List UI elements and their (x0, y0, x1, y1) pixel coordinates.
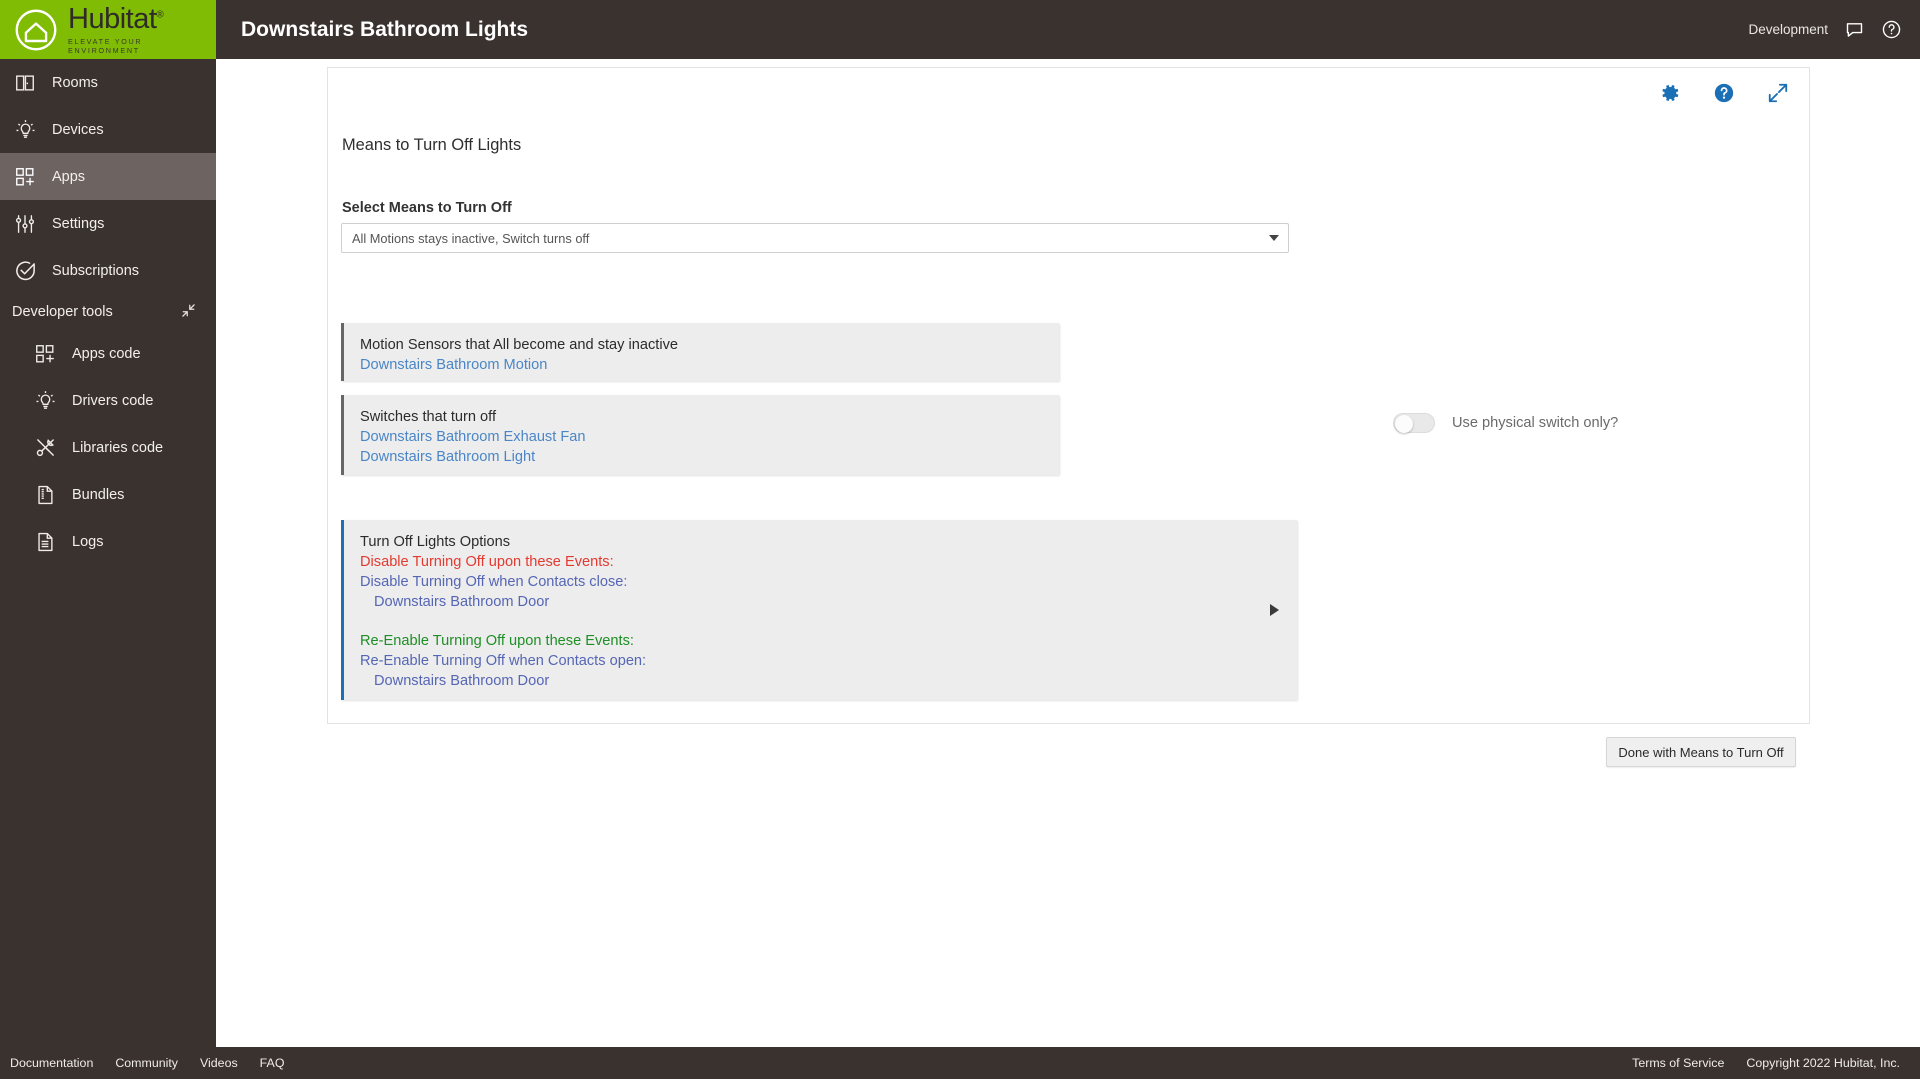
sidebar-developer-list: Apps code Drivers code Libraries code Bu… (0, 330, 216, 565)
reenable-events-title: Re-Enable Turning Off upon these Events: (360, 633, 634, 649)
footer-link-community[interactable]: Community (115, 1056, 178, 1070)
footer-left-links: Documentation Community Videos FAQ (10, 1056, 284, 1070)
use-physical-switch-toggle[interactable] (1393, 413, 1435, 433)
motion-panel-heading: Motion Sensors that All become and stay … (360, 337, 678, 353)
done-with-means-to-turn-off-button[interactable]: Done with Means to Turn Off (1606, 737, 1796, 767)
sidebar-item-bundles[interactable]: Bundles (20, 471, 216, 518)
reenable-contacts-device: Downstairs Bathroom Door (374, 673, 550, 689)
sidebar-item-apps[interactable]: Apps (0, 153, 216, 200)
gear-icon[interactable] (1659, 82, 1681, 104)
footer-link-videos[interactable]: Videos (200, 1056, 238, 1070)
tools-icon (32, 435, 58, 461)
section-title: Means to Turn Off Lights (342, 136, 522, 154)
turn-off-lights-options-panel[interactable]: Turn Off Lights Options Disable Turning … (341, 520, 1297, 700)
triangle-right-icon[interactable] (1270, 604, 1279, 616)
main-content: Means to Turn Off Lights Select Means to… (216, 59, 1920, 1047)
sidebar-item-label: Libraries code (72, 439, 164, 456)
sidebar-item-label: Settings (52, 215, 105, 232)
sidebar-item-label: Bundles (72, 486, 125, 503)
toggle-knob (1395, 415, 1413, 433)
toggle-label: Use physical switch only? (1452, 415, 1619, 431)
sidebar-item-apps-code[interactable]: Apps code (20, 330, 216, 377)
disable-events-title: Disable Turning Off upon these Events: (360, 554, 614, 570)
mode-label: Development (1748, 22, 1828, 37)
motion-device-link[interactable]: Downstairs Bathroom Motion (360, 355, 1059, 375)
apps-grid-icon (12, 164, 38, 190)
footer-link-documentation[interactable]: Documentation (10, 1056, 93, 1070)
sidebar-item-libraries-code[interactable]: Libraries code (20, 424, 216, 471)
sidebar-section-developer-tools: Developer tools (0, 294, 216, 330)
sidebar-item-label: Logs (72, 533, 104, 550)
reenable-contacts-line: Re-Enable Turning Off when Contacts open… (360, 653, 647, 669)
apps-grid-icon (32, 341, 58, 367)
sidebar-item-label: Subscriptions (52, 262, 140, 279)
card-action-icons (1659, 82, 1789, 104)
top-bar-actions: Development (1748, 0, 1920, 59)
help-circle-icon[interactable] (1881, 19, 1902, 40)
device-bulb-icon (12, 117, 38, 143)
collapse-arrows-icon[interactable] (181, 303, 196, 322)
options-panel-heading: Turn Off Lights Options (360, 534, 511, 550)
footer-link-faq[interactable]: FAQ (260, 1056, 285, 1070)
sidebar-item-subscriptions[interactable]: Subscriptions (0, 247, 216, 294)
sidebar-item-label: Devices (52, 121, 104, 138)
sidebar-item-label: Apps code (72, 345, 141, 362)
switch-device-link[interactable]: Downstairs Bathroom Light (360, 447, 1059, 467)
motion-sensors-panel[interactable]: Motion Sensors that All become and stay … (341, 323, 1059, 381)
chevron-down-icon (1269, 235, 1279, 241)
top-bar: Hubitat® ELEVATE YOUR ENVIRONMENT Downst… (0, 0, 1920, 59)
sidebar-item-drivers-code[interactable]: Drivers code (20, 377, 216, 424)
brand-tagline: ELEVATE YOUR ENVIRONMENT (68, 36, 143, 55)
footer-link-terms-of-service[interactable]: Terms of Service (1632, 1056, 1724, 1070)
page-title: Downstairs Bathroom Lights (241, 17, 529, 41)
brand-wordmark: Hubitat® ELEVATE YOUR ENVIRONMENT (68, 2, 216, 55)
chat-bubble-icon[interactable] (1844, 19, 1865, 40)
sidebar-item-label: Drivers code (72, 392, 154, 409)
footer-right-links: Terms of Service Copyright 2022 Hubitat,… (1632, 1056, 1900, 1070)
sidebar-item-rooms[interactable]: Rooms (0, 59, 216, 106)
disable-contacts-device: Downstairs Bathroom Door (374, 594, 550, 610)
app-settings-card: Means to Turn Off Lights Select Means to… (327, 67, 1810, 767)
switch-device-link[interactable]: Downstairs Bathroom Exhaust Fan (360, 427, 1059, 447)
help-circle-icon[interactable] (1713, 82, 1735, 104)
footer-copyright: Copyright 2022 Hubitat, Inc. (1746, 1056, 1900, 1070)
sliders-icon (12, 211, 38, 237)
switch-panel-heading: Switches that turn off (360, 409, 497, 425)
disable-contacts-line: Disable Turning Off when Contacts close: (360, 574, 628, 590)
select-field-label: Select Means to Turn Off (342, 200, 512, 216)
select-value: All Motions stays inactive, Switch turns… (352, 230, 590, 246)
expand-arrows-icon[interactable] (1767, 82, 1789, 104)
sidebar-item-devices[interactable]: Devices (0, 106, 216, 153)
sidebar-item-settings[interactable]: Settings (0, 200, 216, 247)
sidebar: Rooms Devices Apps Settings Subscription… (0, 59, 216, 1079)
switches-panel[interactable]: Switches that turn off Downstairs Bathro… (341, 395, 1059, 475)
physical-switch-toggle-row: Use physical switch only? (1393, 413, 1618, 433)
bundle-file-icon (32, 482, 58, 508)
brand-logo[interactable]: Hubitat® ELEVATE YOUR ENVIRONMENT (0, 0, 216, 59)
sidebar-item-label: Apps (52, 168, 86, 185)
sidebar-item-logs[interactable]: Logs (20, 518, 216, 565)
app-root: Hubitat® ELEVATE YOUR ENVIRONMENT Downst… (0, 0, 1920, 1079)
hubitat-house-icon (15, 9, 57, 50)
rooms-icon (12, 70, 38, 96)
document-lines-icon (32, 529, 58, 555)
footer: Documentation Community Videos FAQ Terms… (0, 1047, 1920, 1079)
sidebar-section-label: Developer tools (12, 304, 113, 320)
check-circle-icon (12, 258, 38, 284)
sidebar-item-label: Rooms (52, 74, 98, 91)
options-spacer (360, 612, 1297, 631)
brand-word: Hubitat (68, 2, 157, 35)
means-to-turn-off-select[interactable]: All Motions stays inactive, Switch turns… (341, 223, 1289, 253)
device-bulb-icon (32, 388, 58, 414)
